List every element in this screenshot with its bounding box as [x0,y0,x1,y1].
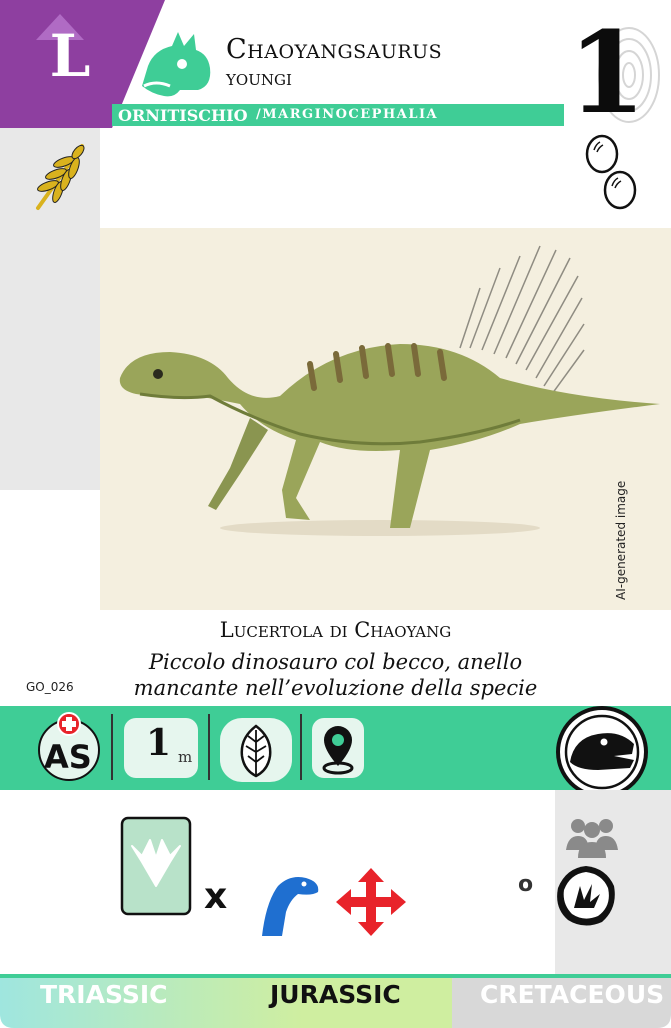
region-badge: AS [44,738,92,776]
description-line-2: mancante nell’evoluzione della specie [133,676,538,700]
size-value: 1 [146,722,172,764]
size-unit: m [178,748,193,766]
dinosaur-artwork [100,228,671,610]
sauropod-head-icon [262,877,319,936]
herbivore-leaf-icon [36,144,85,210]
stat-separator [111,714,113,780]
card-number: 1 [568,8,646,139]
move-arrows-icon [336,868,406,936]
species-name-epithet: youngi [226,66,292,91]
clade-label: ORNITISCHIO [118,106,248,125]
species-name-genus: Chaoyangsaurus [226,34,443,65]
group-people-icon [566,819,618,858]
stat-separator [208,714,210,780]
claw-badge-icon [557,866,615,926]
card-code: GO_026 [26,680,74,694]
period-triassic: TRIASSIC [40,980,168,1009]
description-line-1: Piccolo dinosauro col becco, anello [148,650,523,674]
marginocephalia-head-icon [142,32,211,97]
eggs-icon [585,134,637,210]
common-name: Lucertola di Chaoyang [219,618,452,642]
period-jurassic: JURASSIC [270,980,401,1009]
or-label: o [518,872,534,897]
subclade-label: /MARGINOCEPHALIA [256,107,439,122]
dinosaur-head-icon [556,706,648,798]
multiply-sign: x [204,876,228,917]
category-letter: L [49,22,91,90]
stat-separator [300,714,302,780]
ai-generated-label: AI-generated image [614,480,628,600]
period-cretaceous: CRETACEOUS [480,980,665,1009]
footprint-card-icon [120,816,192,916]
location-pin-icon [322,726,354,775]
leaf-diet-icon [240,724,272,778]
